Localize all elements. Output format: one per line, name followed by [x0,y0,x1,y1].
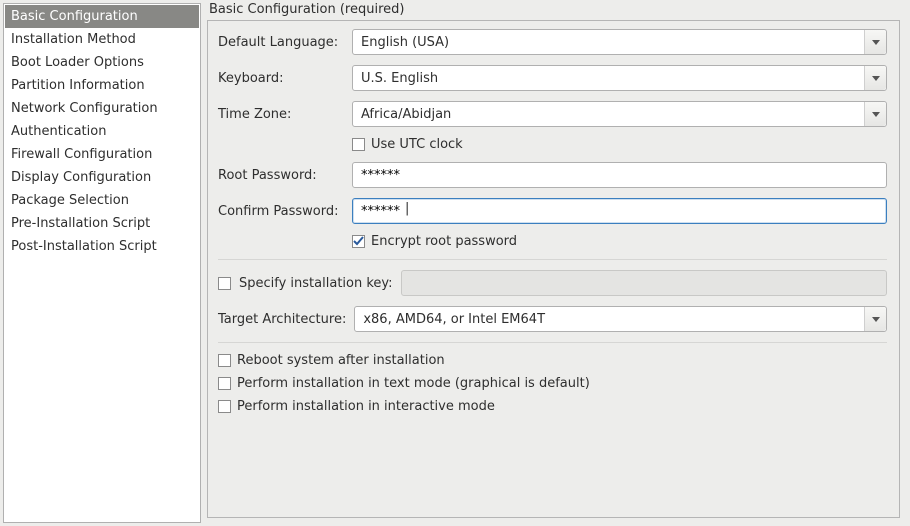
sidebar-item-firewall-configuration[interactable]: Firewall Configuration [5,143,199,166]
install-key-checkbox[interactable] [218,277,231,290]
reboot-checkbox[interactable] [218,354,231,367]
textmode-label: Perform installation in text mode (graph… [237,376,590,391]
utc-checkbox[interactable] [352,138,365,151]
chevron-down-icon [872,317,880,322]
sidebar-item-network-configuration[interactable]: Network Configuration [5,97,199,120]
encrypt-label: Encrypt root password [371,234,517,249]
keyboard-combo[interactable]: U.S. English [352,65,887,91]
install-key-label: Specify installation key: [239,276,393,291]
confirm-password-input[interactable] [352,198,887,224]
config-panel: Default Language: English (USA) Keyboard… [207,20,900,518]
encrypt-root-password-checkbox[interactable] [352,235,365,248]
section-title: Basic Configuration (required) [207,2,900,17]
interactive-label: Perform installation in interactive mode [237,399,495,414]
sidebar: Basic Configuration Installation Method … [3,3,201,523]
default-language-combo[interactable]: English (USA) [352,29,887,55]
utc-label: Use UTC clock [371,137,463,152]
separator [218,342,887,343]
label-time-zone: Time Zone: [218,107,346,122]
label-target-arch: Target Architecture: [218,312,346,327]
sidebar-item-display-configuration[interactable]: Display Configuration [5,166,199,189]
separator [218,259,887,260]
chevron-down-icon [872,40,880,45]
default-language-dropdown-button[interactable] [864,30,886,54]
default-language-value: English (USA) [353,35,864,50]
label-confirm-password: Confirm Password: [218,204,346,219]
root-password-input[interactable] [352,162,887,188]
chevron-down-icon [872,76,880,81]
target-arch-dropdown-button[interactable] [864,307,886,331]
sidebar-item-authentication[interactable]: Authentication [5,120,199,143]
sidebar-item-basic-configuration[interactable]: Basic Configuration [5,5,199,28]
install-key-input [401,270,887,296]
sidebar-item-package-selection[interactable]: Package Selection [5,189,199,212]
text-cursor: | [404,202,409,215]
keyboard-value: U.S. English [353,71,864,86]
sidebar-item-partition-information[interactable]: Partition Information [5,74,199,97]
time-zone-value: Africa/Abidjan [353,107,864,122]
main-content: Basic Configuration (required) Default L… [201,0,910,526]
reboot-label: Reboot system after installation [237,353,445,368]
time-zone-combo[interactable]: Africa/Abidjan [352,101,887,127]
keyboard-dropdown-button[interactable] [864,66,886,90]
sidebar-item-pre-installation-script[interactable]: Pre-Installation Script [5,212,199,235]
chevron-down-icon [872,112,880,117]
interactive-checkbox[interactable] [218,400,231,413]
label-root-password: Root Password: [218,168,346,183]
label-keyboard: Keyboard: [218,71,346,86]
time-zone-dropdown-button[interactable] [864,102,886,126]
target-arch-value: x86, AMD64, or Intel EM64T [355,312,864,327]
label-default-language: Default Language: [218,35,346,50]
textmode-checkbox[interactable] [218,377,231,390]
sidebar-item-post-installation-script[interactable]: Post-Installation Script [5,235,199,258]
sidebar-item-boot-loader-options[interactable]: Boot Loader Options [5,51,199,74]
target-arch-combo[interactable]: x86, AMD64, or Intel EM64T [354,306,887,332]
sidebar-item-installation-method[interactable]: Installation Method [5,28,199,51]
